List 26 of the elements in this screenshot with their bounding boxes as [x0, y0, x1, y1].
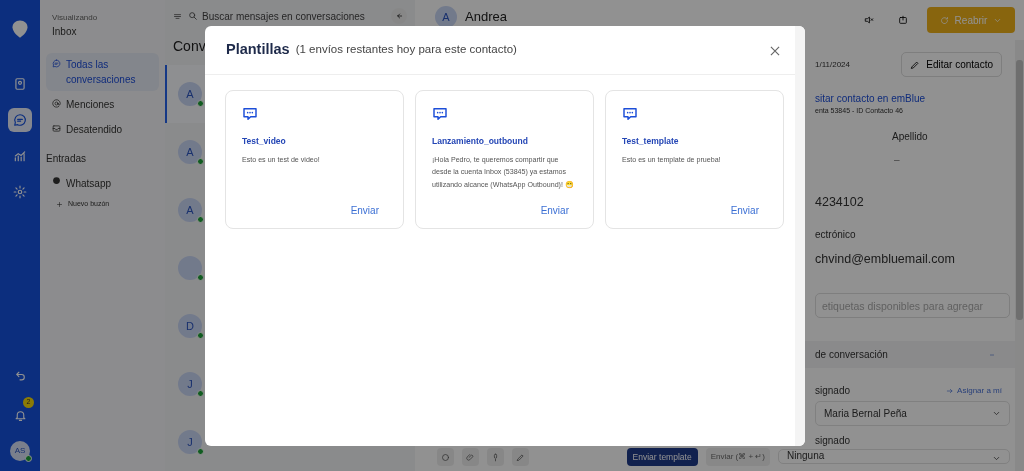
list-heading: Conv — [173, 37, 206, 56]
email-value: chvind@embluemail.com — [814, 251, 956, 269]
contact-avatar: A — [435, 6, 457, 28]
contact-date: 1/11/2024 — [815, 58, 850, 71]
section-title: de conversación — [815, 348, 888, 362]
view-caption: Visualizando — [51, 12, 99, 24]
field-label: signado — [815, 384, 851, 398]
contact-avatar: A — [178, 140, 202, 164]
contact-avatar: A — [178, 198, 202, 222]
contact-name: Andrea — [465, 8, 507, 27]
contact-avatar: A — [178, 82, 202, 106]
field-label: ectrónico — [814, 228, 857, 243]
phone-value: 4234102 — [814, 193, 865, 211]
template-name: Lanzamiento_outbound — [432, 135, 529, 148]
dialog-subtitle: (1 envíos restantes hoy para este contacto) — [295, 42, 517, 58]
field-value: – — [893, 152, 901, 167]
template-name: Test_video — [242, 135, 287, 148]
inbox-title: Inbox — [51, 25, 78, 39]
contact-avatar: D — [178, 314, 202, 338]
template-name: Test_template — [622, 135, 680, 148]
contact-avatar: J — [178, 372, 202, 396]
field-label: Apellido — [892, 129, 929, 144]
contact-avatar: J — [178, 430, 202, 454]
dialog-title: Plantillas — [226, 40, 290, 60]
field-label: signado — [814, 434, 852, 448]
section-title: Entradas — [46, 152, 88, 166]
